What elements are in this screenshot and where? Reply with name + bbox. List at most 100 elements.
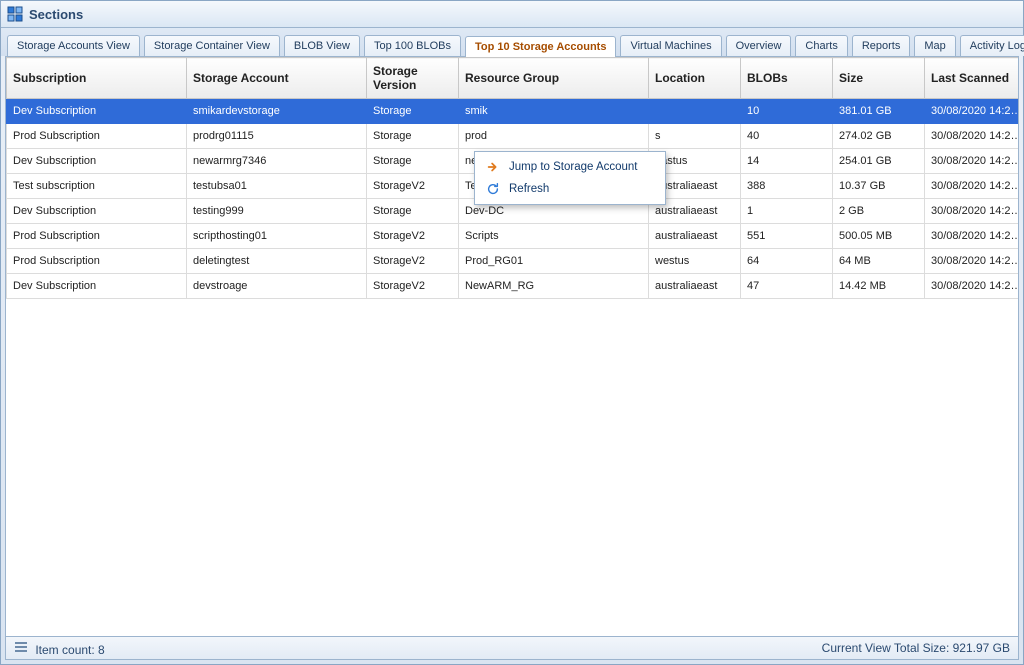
cell-account: prodrg01115: [187, 124, 367, 149]
cell-subscription: Prod Subscription: [7, 124, 187, 149]
cell-subscription: Prod Subscription: [7, 224, 187, 249]
tab-storage-container-view[interactable]: Storage Container View: [144, 35, 280, 56]
tab-top-10-storage-accounts[interactable]: Top 10 Storage Accounts: [465, 36, 616, 57]
cell-size: 381.01 GB: [833, 99, 925, 124]
tab-reports[interactable]: Reports: [852, 35, 911, 56]
cell-rg: Scripts: [459, 224, 649, 249]
grid-panel: Subscription Storage Account Storage Ver…: [5, 56, 1019, 660]
cell-subscription: Dev Subscription: [7, 274, 187, 299]
status-item-count-label: Item count: 8: [35, 643, 104, 657]
tab-charts[interactable]: Charts: [795, 35, 847, 56]
cell-size: 64 MB: [833, 249, 925, 274]
cell-version: Storage: [367, 199, 459, 224]
cell-blobs: 10: [741, 99, 833, 124]
menu-item-label: Refresh: [509, 183, 549, 195]
arrow-right-icon: [485, 159, 501, 175]
cell-account: deletingtest: [187, 249, 367, 274]
cell-size: 10.37 GB: [833, 174, 925, 199]
cell-version: StorageV2: [367, 174, 459, 199]
cell-scanned: 30/08/2020 14:26:47: [925, 149, 1019, 174]
list-icon: [14, 640, 28, 654]
cell-rg: smik: [459, 99, 649, 124]
cell-account: testing999: [187, 199, 367, 224]
table-row[interactable]: Prod SubscriptiondeletingtestStorageV2Pr…: [7, 249, 1019, 274]
cell-version: StorageV2: [367, 274, 459, 299]
col-header-resource-group[interactable]: Resource Group: [459, 58, 649, 99]
tab-map[interactable]: Map: [914, 35, 955, 56]
cell-version: Storage: [367, 149, 459, 174]
cell-blobs: 388: [741, 174, 833, 199]
cell-scanned: 30/08/2020 14:29:09: [925, 174, 1019, 199]
cell-size: 2 GB: [833, 199, 925, 224]
table-row[interactable]: Prod Subscriptionprodrg01115Storageprods…: [7, 124, 1019, 149]
cell-scanned: 30/08/2020 14:28:42: [925, 124, 1019, 149]
status-total-size: Current View Total Size: 921.97 GB: [822, 641, 1010, 655]
table-row[interactable]: Prod Subscriptionscripthosting01StorageV…: [7, 224, 1019, 249]
cell-version: Storage: [367, 99, 459, 124]
col-header-storage-account[interactable]: Storage Account: [187, 58, 367, 99]
app-icon: [7, 6, 23, 22]
cell-version: StorageV2: [367, 249, 459, 274]
cell-rg: Prod_RG01: [459, 249, 649, 274]
cell-scanned: 30/08/2020 14:27:37: [925, 274, 1019, 299]
tab-overview[interactable]: Overview: [726, 35, 792, 56]
tab-blob-view[interactable]: BLOB View: [284, 35, 360, 56]
status-bar: Item count: 8 Current View Total Size: 9…: [6, 636, 1018, 659]
cell-scanned: 30/08/2020 14:28:50: [925, 224, 1019, 249]
table-row[interactable]: Dev SubscriptiondevstroageStorageV2NewAR…: [7, 274, 1019, 299]
cell-account: newarmrg7346: [187, 149, 367, 174]
cell-blobs: 64: [741, 249, 833, 274]
col-header-location[interactable]: Location: [649, 58, 741, 99]
cell-account: testubsa01: [187, 174, 367, 199]
cell-version: StorageV2: [367, 224, 459, 249]
cell-account: scripthosting01: [187, 224, 367, 249]
col-header-blobs[interactable]: BLOBs: [741, 58, 833, 99]
cell-blobs: 551: [741, 224, 833, 249]
cell-subscription: Test subscription: [7, 174, 187, 199]
cell-size: 274.02 GB: [833, 124, 925, 149]
table-row[interactable]: Dev SubscriptionsmikardevstorageStorages…: [7, 99, 1019, 124]
tab-top-100-blobs[interactable]: Top 100 BLOBs: [364, 35, 461, 56]
menu-item-label: Jump to Storage Account: [509, 161, 638, 173]
grid-area: Subscription Storage Account Storage Ver…: [6, 57, 1018, 636]
cell-location: westus: [649, 249, 741, 274]
tab-virtual-machines[interactable]: Virtual Machines: [620, 35, 721, 56]
cell-location: australiaeast: [649, 274, 741, 299]
cell-scanned: 30/08/2020 14:28:02: [925, 249, 1019, 274]
refresh-icon: [485, 181, 501, 197]
cell-rg: NewARM_RG: [459, 274, 649, 299]
cell-blobs: 1: [741, 199, 833, 224]
cell-subscription: Dev Subscription: [7, 99, 187, 124]
tab-storage-accounts-view[interactable]: Storage Accounts View: [7, 35, 140, 56]
cell-size: 500.05 MB: [833, 224, 925, 249]
cell-blobs: 47: [741, 274, 833, 299]
cell-blobs: 14: [741, 149, 833, 174]
cell-account: devstroage: [187, 274, 367, 299]
cell-subscription: Prod Subscription: [7, 249, 187, 274]
cell-location: s: [649, 124, 741, 149]
cell-account: smikardevstorage: [187, 99, 367, 124]
window-title: Sections: [29, 7, 83, 22]
menu-jump-to-storage-account[interactable]: Jump to Storage Account: [475, 156, 665, 178]
cell-subscription: Dev Subscription: [7, 199, 187, 224]
col-header-storage-version[interactable]: Storage Version: [367, 58, 459, 99]
context-menu: Jump to Storage Account Refresh: [474, 151, 666, 205]
col-header-subscription[interactable]: Subscription: [7, 58, 187, 99]
table-header-row: Subscription Storage Account Storage Ver…: [7, 58, 1019, 99]
tab-strip: Storage Accounts ViewStorage Container V…: [1, 28, 1023, 56]
cell-scanned: 30/08/2020 14:27:05: [925, 99, 1019, 124]
cell-rg: prod: [459, 124, 649, 149]
tab-activity-log[interactable]: Activity Log: [960, 35, 1024, 56]
titlebar: Sections: [1, 1, 1023, 28]
col-header-last-scanned[interactable]: Last Scanned: [925, 58, 1019, 99]
cell-version: Storage: [367, 124, 459, 149]
cell-scanned: 30/08/2020 14:27:44: [925, 199, 1019, 224]
menu-refresh[interactable]: Refresh: [475, 178, 665, 200]
cell-blobs: 40: [741, 124, 833, 149]
cell-size: 254.01 GB: [833, 149, 925, 174]
col-header-size[interactable]: Size: [833, 58, 925, 99]
cell-size: 14.42 MB: [833, 274, 925, 299]
cell-subscription: Dev Subscription: [7, 149, 187, 174]
app-window: Sections Storage Accounts ViewStorage Co…: [0, 0, 1024, 665]
status-item-count: Item count: 8: [14, 640, 105, 657]
